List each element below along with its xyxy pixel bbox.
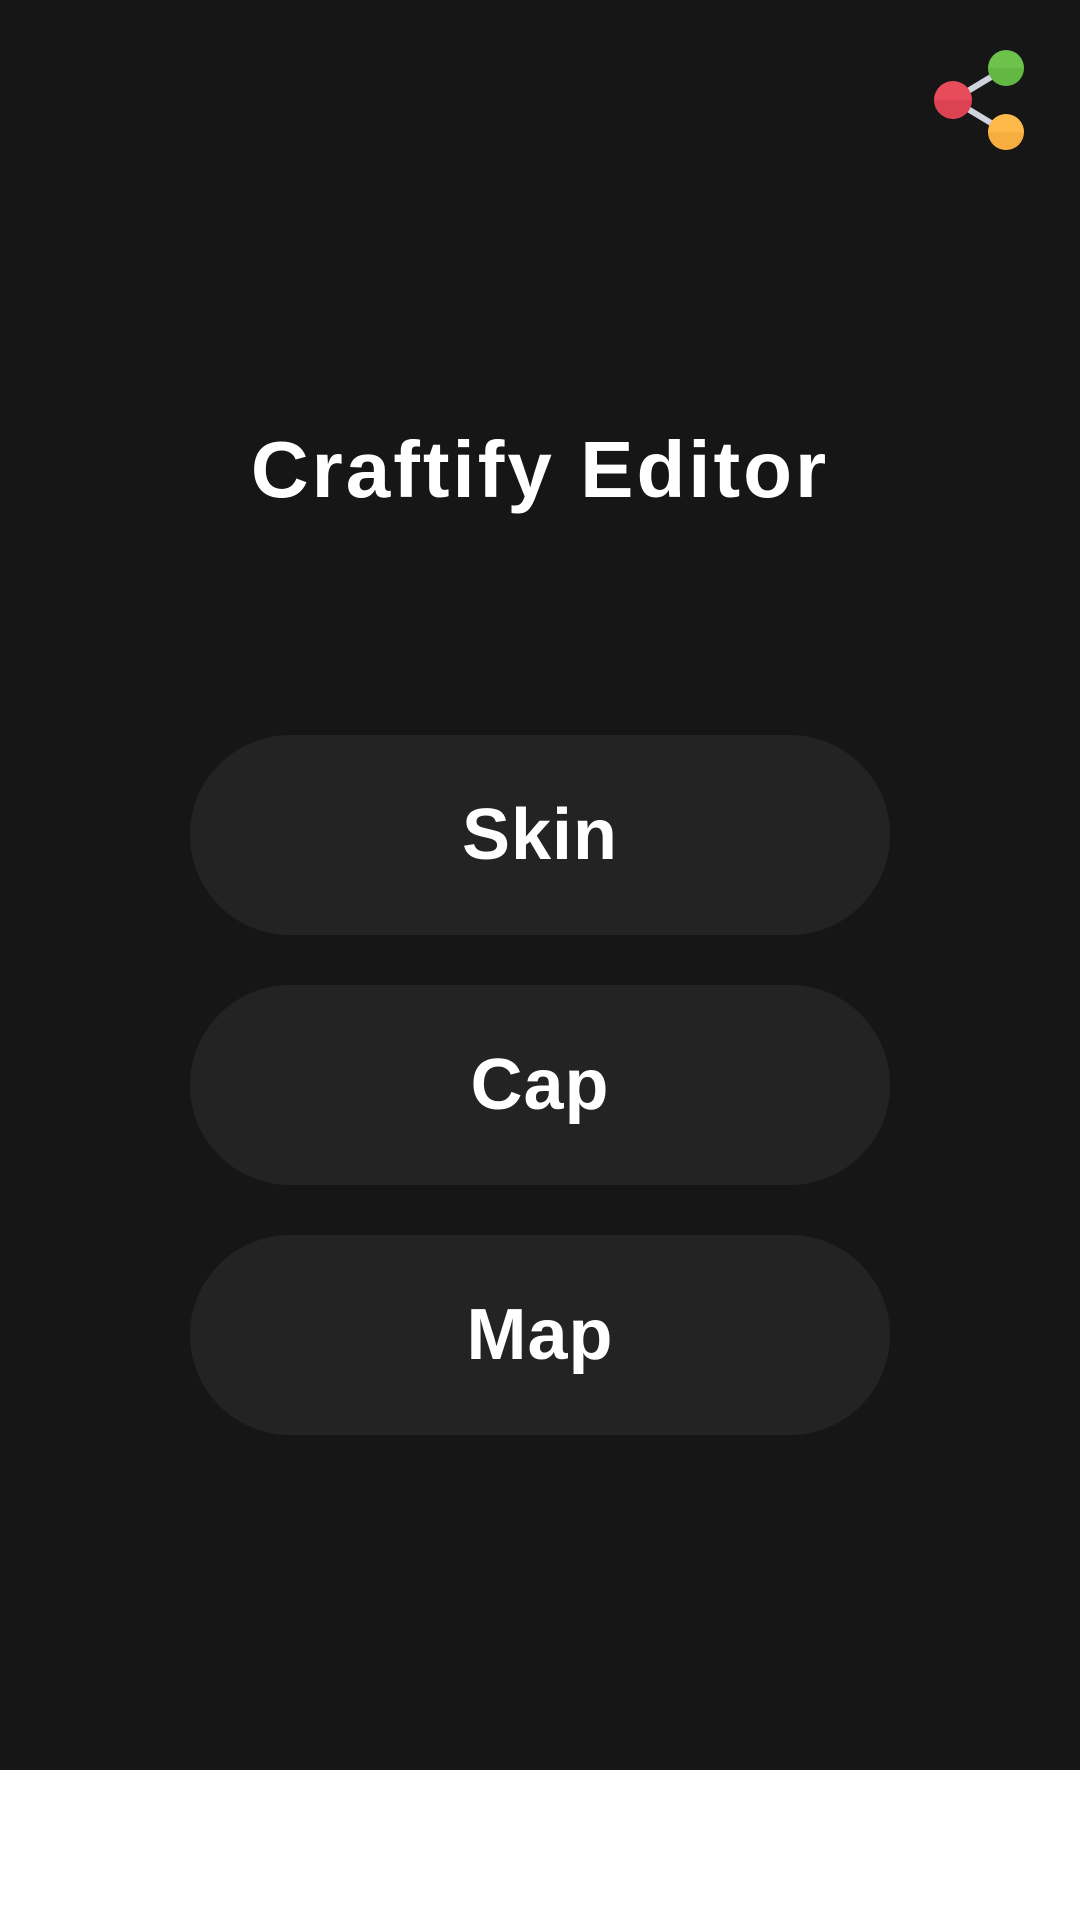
cap-button[interactable]: Cap — [190, 985, 890, 1185]
share-button[interactable] — [926, 42, 1032, 158]
cap-button-label: Cap — [470, 1045, 610, 1125]
skin-button-label: Skin — [461, 795, 619, 875]
bottom-blank-area — [0, 1770, 1080, 1920]
map-button-label: Map — [466, 1295, 614, 1375]
skin-button[interactable]: Skin — [190, 735, 890, 935]
map-button[interactable]: Map — [190, 1235, 890, 1435]
app-screen: Craftify Editor Skin Cap Map — [0, 0, 1080, 1770]
page-title: Craftify Editor — [250, 425, 830, 514]
share-icon — [934, 50, 1024, 150]
